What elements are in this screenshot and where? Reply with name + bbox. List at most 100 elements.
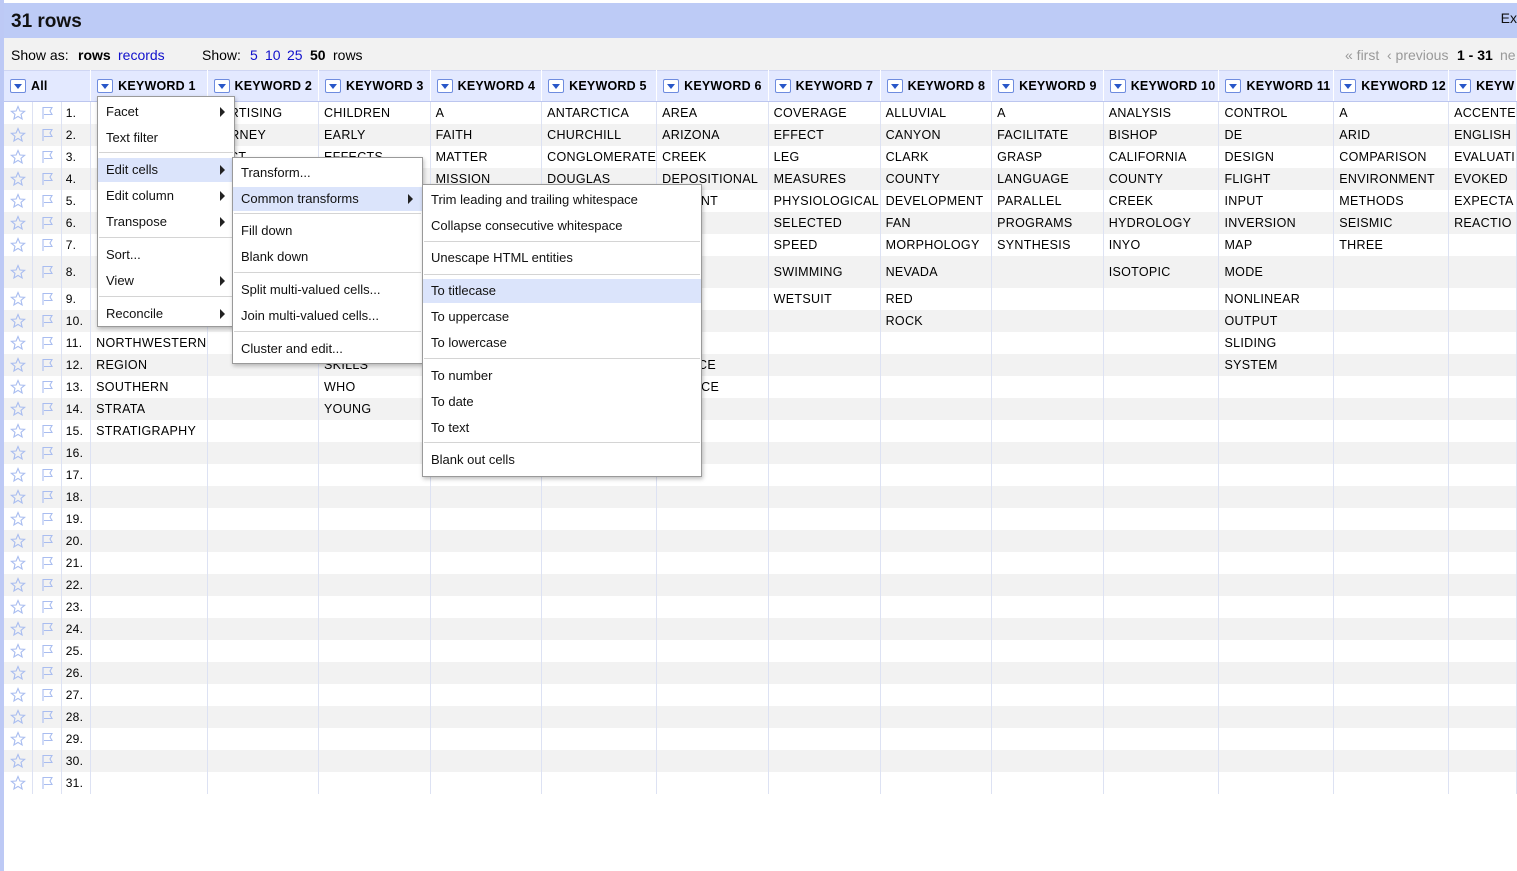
table-cell[interactable] bbox=[1218, 530, 1335, 552]
table-cell[interactable] bbox=[207, 750, 320, 772]
table-cell[interactable]: COMPARISON bbox=[1333, 146, 1450, 168]
table-cell[interactable] bbox=[656, 596, 769, 618]
column-header-keyword-13[interactable]: KEYW bbox=[1448, 70, 1517, 102]
table-cell[interactable]: ARIZONA bbox=[656, 124, 769, 146]
table-cell[interactable]: CALIFORNIA bbox=[1103, 146, 1220, 168]
table-cell[interactable] bbox=[541, 486, 658, 508]
table-cell[interactable] bbox=[768, 420, 881, 442]
table-cell[interactable]: SYNTHESIS bbox=[991, 234, 1104, 256]
table-cell[interactable] bbox=[90, 464, 208, 486]
table-cell[interactable] bbox=[656, 750, 769, 772]
table-cell[interactable] bbox=[991, 310, 1104, 332]
column-menu-item[interactable]: Text filter bbox=[98, 126, 234, 150]
star-icon[interactable] bbox=[4, 618, 33, 640]
edit-cells-menu-item[interactable]: Blank down bbox=[233, 245, 422, 269]
table-cell[interactable] bbox=[880, 376, 993, 398]
column-menu-dropdown-icon[interactable] bbox=[548, 79, 565, 94]
table-cell[interactable] bbox=[1103, 310, 1220, 332]
table-cell[interactable]: SLIDING bbox=[1218, 332, 1335, 354]
flag-icon[interactable] bbox=[32, 354, 62, 376]
column-menu-item[interactable]: View bbox=[98, 269, 234, 293]
table-cell[interactable]: NONLINEAR bbox=[1218, 288, 1335, 310]
table-cell[interactable] bbox=[1448, 684, 1517, 706]
table-cell[interactable]: STRATA bbox=[90, 398, 208, 420]
table-cell[interactable] bbox=[207, 508, 320, 530]
page-size-25[interactable]: 25 bbox=[287, 47, 303, 63]
column-menu-dropdown-icon[interactable] bbox=[998, 79, 1015, 94]
table-cell[interactable] bbox=[1103, 574, 1220, 596]
table-cell[interactable] bbox=[90, 684, 208, 706]
table-cell[interactable] bbox=[1448, 596, 1517, 618]
flag-icon[interactable] bbox=[32, 124, 62, 146]
flag-icon[interactable] bbox=[32, 212, 62, 234]
column-menu-dropdown-icon[interactable] bbox=[213, 79, 230, 94]
table-cell[interactable] bbox=[541, 618, 658, 640]
flag-icon[interactable] bbox=[32, 332, 62, 354]
table-cell[interactable]: NEVADA bbox=[880, 256, 993, 288]
table-cell[interactable] bbox=[1333, 354, 1450, 376]
edit-cells-menu-item[interactable]: Split multi-valued cells... bbox=[233, 278, 422, 302]
table-cell[interactable] bbox=[1333, 530, 1450, 552]
table-cell[interactable] bbox=[1333, 256, 1450, 288]
table-cell[interactable] bbox=[318, 640, 431, 662]
table-cell[interactable] bbox=[768, 618, 881, 640]
table-cell[interactable] bbox=[1103, 508, 1220, 530]
table-cell[interactable] bbox=[318, 772, 431, 794]
table-cell[interactable] bbox=[1218, 618, 1335, 640]
star-icon[interactable] bbox=[4, 190, 33, 212]
table-cell[interactable] bbox=[541, 508, 658, 530]
table-cell[interactable] bbox=[430, 618, 543, 640]
table-cell[interactable] bbox=[880, 508, 993, 530]
table-cell[interactable] bbox=[1448, 234, 1517, 256]
table-cell[interactable] bbox=[1103, 464, 1220, 486]
table-cell[interactable] bbox=[880, 684, 993, 706]
table-cell[interactable] bbox=[1103, 596, 1220, 618]
table-cell[interactable]: DEVELOPMENT bbox=[880, 190, 993, 212]
table-cell[interactable] bbox=[1448, 530, 1517, 552]
star-icon[interactable] bbox=[4, 354, 33, 376]
table-cell[interactable]: FACILITATE bbox=[991, 124, 1104, 146]
table-cell[interactable]: MODE bbox=[1218, 256, 1335, 288]
table-cell[interactable] bbox=[1218, 508, 1335, 530]
column-menu-dropdown-icon[interactable] bbox=[1455, 79, 1472, 94]
star-icon[interactable] bbox=[4, 728, 33, 750]
table-cell[interactable] bbox=[207, 618, 320, 640]
table-cell[interactable]: ANALYSIS bbox=[1103, 101, 1220, 124]
table-cell[interactable] bbox=[991, 256, 1104, 288]
table-cell[interactable] bbox=[1218, 596, 1335, 618]
flag-icon[interactable] bbox=[32, 486, 62, 508]
table-cell[interactable] bbox=[1103, 332, 1220, 354]
table-cell[interactable]: DESIGN bbox=[1218, 146, 1335, 168]
table-cell[interactable] bbox=[1103, 530, 1220, 552]
star-icon[interactable] bbox=[4, 508, 33, 530]
common-transforms-menu-item[interactable]: To date bbox=[423, 390, 701, 414]
table-cell[interactable] bbox=[1448, 288, 1517, 310]
table-cell[interactable]: SWIMMING bbox=[768, 256, 881, 288]
table-cell[interactable]: OUTPUT bbox=[1218, 310, 1335, 332]
star-icon[interactable] bbox=[4, 146, 33, 168]
table-cell[interactable]: CHURCHILL bbox=[541, 124, 658, 146]
flag-icon[interactable] bbox=[32, 574, 62, 596]
flag-icon[interactable] bbox=[32, 684, 62, 706]
table-cell[interactable] bbox=[318, 750, 431, 772]
table-cell[interactable] bbox=[1448, 256, 1517, 288]
table-cell[interactable] bbox=[318, 552, 431, 574]
table-cell[interactable]: ROCK bbox=[880, 310, 993, 332]
column-header-keyword-7[interactable]: KEYWORD 7 bbox=[768, 70, 881, 102]
table-cell[interactable] bbox=[1103, 376, 1220, 398]
table-cell[interactable] bbox=[991, 332, 1104, 354]
table-cell[interactable] bbox=[991, 464, 1104, 486]
table-cell[interactable] bbox=[1103, 552, 1220, 574]
table-cell[interactable] bbox=[1333, 310, 1450, 332]
table-cell[interactable]: PROGRAMS bbox=[991, 212, 1104, 234]
rows-mode-toggle[interactable]: rows bbox=[78, 47, 111, 63]
table-cell[interactable] bbox=[318, 596, 431, 618]
table-cell[interactable]: DE bbox=[1218, 124, 1335, 146]
table-cell[interactable] bbox=[90, 640, 208, 662]
table-cell[interactable] bbox=[1103, 398, 1220, 420]
flag-icon[interactable] bbox=[32, 101, 62, 124]
table-cell[interactable] bbox=[656, 574, 769, 596]
common-transforms-menu-item[interactable]: To lowercase bbox=[423, 331, 701, 355]
table-cell[interactable]: CONGLOMERATE bbox=[541, 146, 658, 168]
table-cell[interactable] bbox=[1218, 772, 1335, 794]
